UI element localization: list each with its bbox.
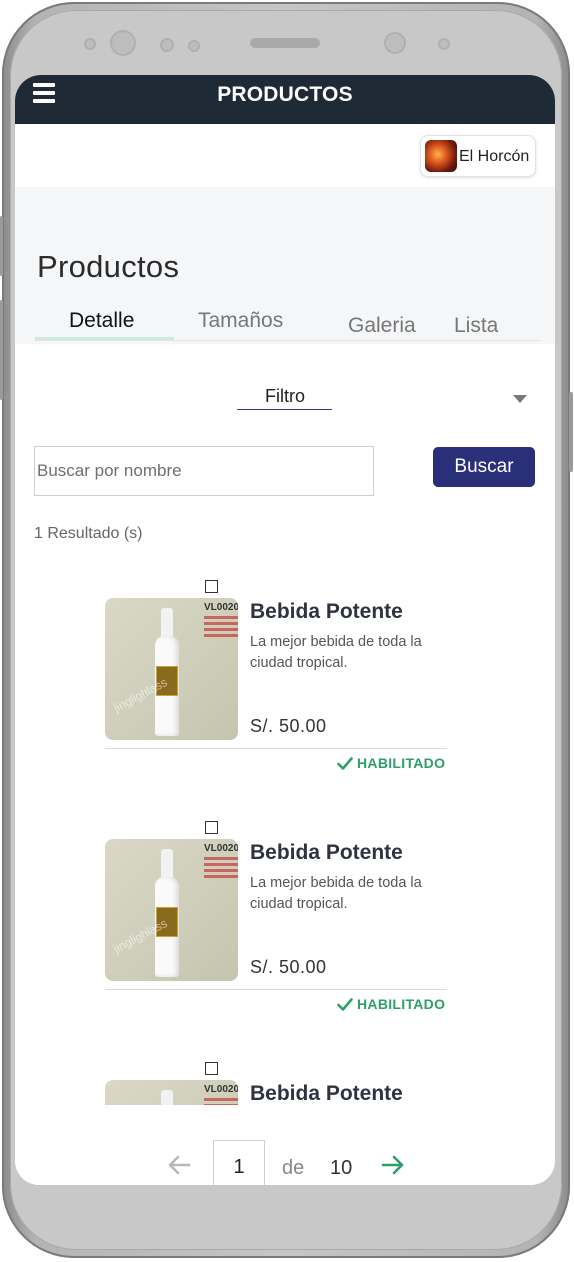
image-spec-line (204, 875, 238, 878)
tab-lista[interactable]: Lista (454, 314, 498, 338)
status-label: HABILITADO (357, 996, 446, 1012)
check-icon (337, 998, 353, 1014)
product-image[interactable]: VL0020 jinglighlass (105, 1080, 238, 1105)
image-spec-line (204, 628, 238, 631)
search-input[interactable] (34, 446, 374, 496)
image-product-code: VL0020 (204, 1084, 238, 1095)
status-badge: HABILITADO (337, 755, 445, 773)
image-product-code: VL0020 (204, 843, 238, 854)
arrow-left-icon[interactable] (167, 1155, 191, 1180)
phone-sensor (160, 38, 174, 52)
tab-tamanos[interactable]: Tamaños (198, 309, 283, 333)
phone-volume-button (0, 300, 3, 400)
filter-underline (237, 409, 332, 410)
store-name: El Horcón (459, 148, 530, 165)
pagination: 1 de 10 (15, 1140, 555, 1185)
product-card[interactable]: VL0020 jinglighlass Bebida Potente La me… (15, 1052, 555, 1105)
phone-sensor (84, 38, 96, 50)
image-spec-line (204, 622, 238, 625)
caret-down-icon[interactable] (513, 395, 527, 403)
card-divider (105, 989, 447, 990)
phone-power-button (569, 392, 573, 472)
pagination-separator: de (282, 1157, 305, 1179)
phone-iris-scanner (384, 32, 406, 54)
image-spec-line (204, 1104, 238, 1105)
status-badge: HABILITADO (337, 996, 445, 1014)
image-spec-line (204, 1098, 238, 1101)
page-title: Productos (37, 249, 180, 284)
store-avatar (425, 140, 457, 172)
phone-front-camera (110, 30, 136, 56)
product-name: Bebida Potente (250, 600, 403, 623)
image-spec-line (204, 863, 238, 866)
image-spec-line (204, 616, 238, 619)
product-price: S/. 50.00 (250, 957, 327, 977)
product-description: La mejor bebida de toda la ciudad tropic… (250, 634, 422, 671)
app-bar-title: PRODUCTOS (217, 83, 353, 106)
phone-sensor (188, 40, 200, 52)
phone-speaker (250, 38, 320, 48)
image-spec-line (204, 869, 238, 872)
card-divider (105, 748, 447, 749)
filter-select[interactable]: Filtro (237, 386, 333, 407)
arrow-right-icon[interactable] (381, 1155, 405, 1180)
current-page-field[interactable]: 1 (213, 1140, 265, 1185)
app-bar: PRODUCTOS (15, 75, 555, 124)
product-name: Bebida Potente (250, 841, 403, 864)
check-icon (337, 757, 353, 773)
tab-galeria[interactable]: Galeria (348, 314, 416, 338)
phone-volume-button (0, 216, 3, 276)
product-list[interactable]: VL0020 jinglighlass Bebida Potente La me… (15, 570, 555, 1105)
total-pages: 10 (330, 1157, 353, 1179)
tab-detalle[interactable]: Detalle (69, 309, 134, 333)
status-label: HABILITADO (357, 755, 446, 771)
product-image[interactable]: VL0020 jinglighlass (105, 839, 238, 981)
store-selector[interactable]: El Horcón (420, 135, 536, 177)
bottle-neck (161, 849, 173, 879)
phone-sensor (438, 38, 450, 50)
product-card[interactable]: VL0020 jinglighlass Bebida Potente La me… (15, 570, 555, 811)
product-select-checkbox[interactable] (205, 821, 218, 834)
tabs-divider (35, 340, 540, 341)
bottle-neck (161, 608, 173, 638)
app-screen: PRODUCTOS El Horcón Productos Detalle Ta… (15, 75, 555, 1185)
product-select-checkbox[interactable] (205, 1062, 218, 1075)
bottle-neck (161, 1090, 173, 1105)
image-spec-line (204, 634, 238, 637)
image-product-code: VL0020 (204, 602, 238, 613)
product-price: S/. 50.00 (250, 716, 327, 736)
results-count: 1 Resultado (s) (34, 525, 143, 542)
product-card[interactable]: VL0020 jinglighlass Bebida Potente La me… (15, 811, 555, 1052)
image-spec-line (204, 857, 238, 860)
search-button[interactable]: Buscar (433, 447, 535, 487)
product-description: La mejor bebida de toda la ciudad tropic… (250, 875, 422, 912)
product-name: Bebida Potente (250, 1082, 403, 1105)
product-image[interactable]: VL0020 jinglighlass (105, 598, 238, 740)
product-select-checkbox[interactable] (205, 580, 218, 593)
